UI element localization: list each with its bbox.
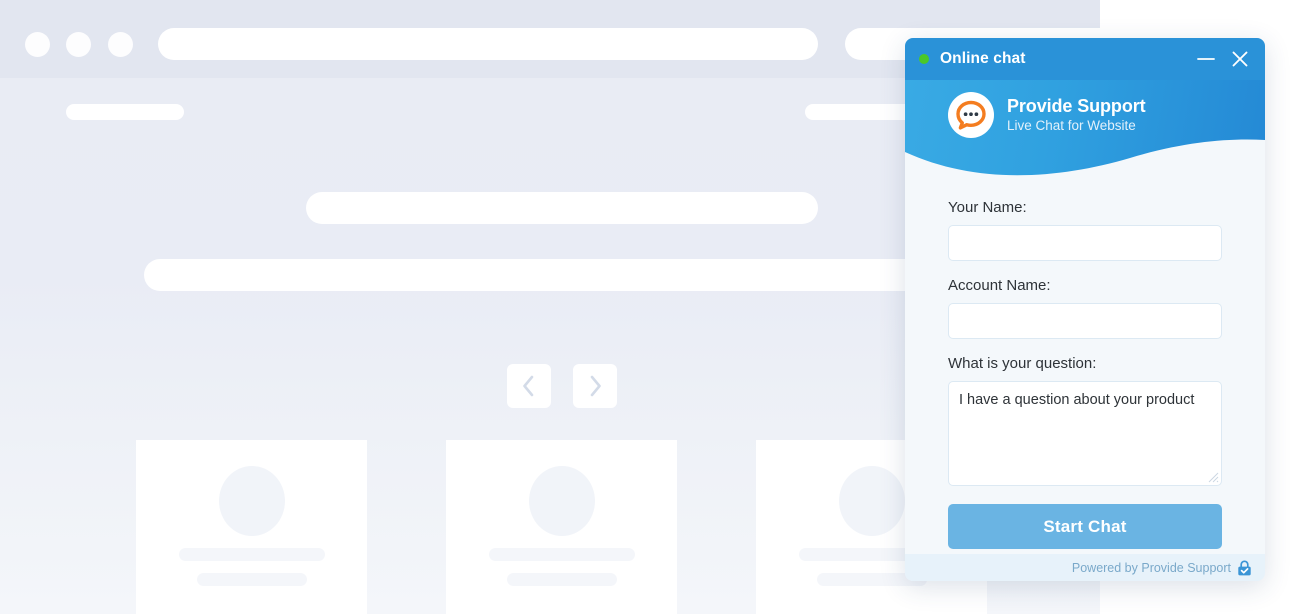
provide-support-logo bbox=[948, 92, 994, 138]
avatar-placeholder bbox=[838, 466, 905, 536]
wireframe-card[interactable] bbox=[446, 440, 677, 614]
your-name-input[interactable] bbox=[948, 225, 1222, 261]
pre-chat-form: Your Name: Account Name: What is your qu… bbox=[905, 183, 1265, 554]
chevron-left-icon bbox=[523, 375, 534, 397]
lock-check-icon bbox=[1238, 560, 1251, 575]
browser-dot-1 bbox=[25, 32, 50, 57]
chat-widget-titlebar: Online chat bbox=[905, 38, 1265, 80]
chat-widget-footer: Powered by Provide Support bbox=[905, 554, 1265, 581]
card-text-line-1 bbox=[488, 548, 635, 561]
brand-name: Provide Support bbox=[1007, 95, 1146, 116]
banner-wave-divider bbox=[905, 139, 1265, 183]
minimize-icon bbox=[1197, 58, 1215, 60]
browser-dot-2 bbox=[66, 32, 91, 57]
wireframe-card[interactable] bbox=[136, 440, 367, 614]
chevron-right-icon bbox=[590, 375, 601, 397]
account-name-input[interactable] bbox=[948, 303, 1222, 339]
minimize-button[interactable] bbox=[1189, 42, 1223, 76]
carousel-next-button[interactable] bbox=[573, 364, 617, 408]
wireframe-logo-placeholder bbox=[66, 104, 184, 120]
browser-dot-3 bbox=[108, 32, 133, 57]
avatar-placeholder bbox=[218, 466, 285, 536]
live-chat-widget: Online chat Provide Support Live Chat fo… bbox=[905, 38, 1265, 581]
powered-by-label[interactable]: Powered by Provide Support bbox=[1072, 561, 1231, 575]
speech-bubble-logo-icon bbox=[948, 92, 994, 138]
brand-lockup: Provide Support Live Chat for Website bbox=[948, 92, 1265, 138]
brand-tagline: Live Chat for Website bbox=[1007, 117, 1136, 133]
account-name-label: Account Name: bbox=[948, 277, 1051, 294]
question-label: What is your question: bbox=[948, 355, 1097, 372]
your-name-label: Your Name: bbox=[948, 199, 1027, 216]
card-text-line-2 bbox=[506, 573, 617, 586]
browser-address-bar[interactable] bbox=[158, 28, 818, 60]
chat-widget-title: Online chat bbox=[940, 50, 1026, 67]
close-icon bbox=[1232, 51, 1248, 67]
brand-text: Provide Support Live Chat for Website bbox=[1007, 96, 1265, 135]
carousel-prev-button[interactable] bbox=[507, 364, 551, 408]
start-chat-button[interactable]: Start Chat bbox=[948, 504, 1222, 549]
card-text-line-1 bbox=[178, 548, 325, 561]
question-textarea-wrapper bbox=[948, 381, 1222, 486]
close-button[interactable] bbox=[1223, 42, 1257, 76]
wireframe-hero-line-1 bbox=[306, 192, 818, 224]
avatar-placeholder bbox=[528, 466, 595, 536]
question-textarea[interactable] bbox=[948, 381, 1222, 486]
card-text-line-2 bbox=[196, 573, 307, 586]
chat-widget-banner: Provide Support Live Chat for Website bbox=[905, 80, 1265, 183]
online-status-dot bbox=[919, 54, 929, 64]
screenshot-stage: Online chat Provide Support Live Chat fo… bbox=[0, 0, 1296, 614]
